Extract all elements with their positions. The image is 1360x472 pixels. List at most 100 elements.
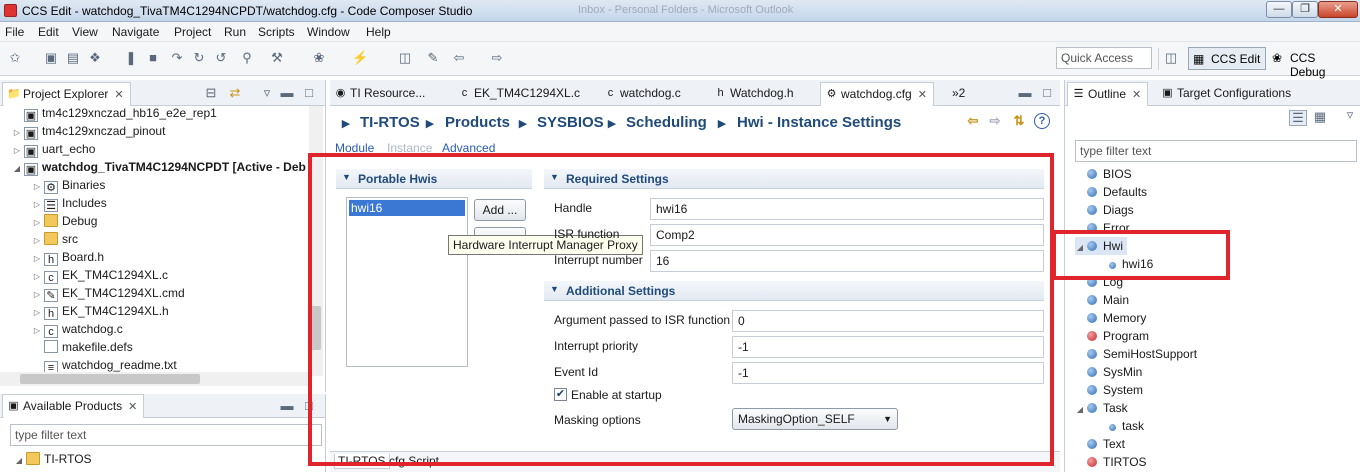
crumb-ti-rtos[interactable]: TI-RTOS <box>360 114 420 131</box>
stop-icon[interactable]: ■ <box>146 51 160 65</box>
outline-item[interactable]: ◢ Task <box>1075 399 1128 417</box>
outline-item[interactable]: System <box>1075 381 1143 399</box>
editor-tab[interactable]: c watchdog.c <box>600 82 687 106</box>
tree-item[interactable]: ▷ Debug <box>32 212 97 230</box>
editor-tab[interactable]: c EK_TM4C1294XL.c <box>454 82 586 106</box>
save-icon[interactable]: ▣ <box>44 51 58 65</box>
minimize-button[interactable]: — <box>1266 1 1292 18</box>
outline-item[interactable]: Defaults <box>1075 183 1147 201</box>
outline-item[interactable]: Diags <box>1075 201 1134 219</box>
close-window-button[interactable]: ✕ <box>1318 1 1358 18</box>
perspective-ccs-debug[interactable]: ❀ CCS Debug <box>1268 47 1356 79</box>
crumb-products[interactable]: Products <box>445 114 510 131</box>
editor-tab[interactable]: h Watchdog.h <box>710 82 800 106</box>
maximize-view-icon[interactable]: □ <box>302 86 316 100</box>
help-icon[interactable]: ? <box>1034 113 1050 129</box>
tree-item[interactable]: ▷ src <box>32 230 78 248</box>
annotation-icon[interactable]: ✎ <box>426 51 440 65</box>
debug-bug-icon[interactable]: ❀ <box>312 51 326 65</box>
outline-item[interactable]: TIRTOS <box>1075 453 1147 471</box>
tab-project-explorer[interactable]: 📁 Project Explorer ✕ <box>2 82 131 106</box>
suspend-icon[interactable]: ❚ <box>124 51 138 65</box>
list-view-icon[interactable]: ☰ <box>1289 110 1307 126</box>
tree-item[interactable]: ▷ ✎ EK_TM4C1294XL.cmd <box>32 284 185 302</box>
debug-icon[interactable]: ❖ <box>88 51 102 65</box>
view-menu-icon[interactable]: ▿ <box>260 86 274 100</box>
minimize-view-icon[interactable]: ▬ <box>280 86 294 100</box>
collapse-all-icon[interactable]: ⊟ <box>204 86 218 100</box>
crumb-scheduling[interactable]: Scheduling <box>626 114 707 131</box>
close-tab-icon[interactable]: ✕ <box>114 89 123 101</box>
menu-project[interactable]: Project <box>174 25 211 39</box>
flash-icon[interactable]: ⚡ <box>352 51 368 65</box>
outline-item[interactable]: SemiHostSupport <box>1075 345 1197 363</box>
view-menu-icon[interactable]: ▿ <box>1343 108 1357 122</box>
expand-twisty-icon[interactable]: ◢ <box>12 160 22 178</box>
tree-item[interactable]: makefile.defs <box>32 338 133 356</box>
hscroll-thumb[interactable] <box>20 374 200 384</box>
tree-item[interactable]: ▷ h EK_TM4C1294XL.h <box>32 302 169 320</box>
step-into-icon[interactable]: ↷ <box>170 51 184 65</box>
menu-window[interactable]: Window <box>307 25 350 39</box>
tree-item[interactable]: ▷ h Board.h <box>32 248 104 266</box>
tab-outline[interactable]: ☰ Outline ✕ <box>1067 82 1149 106</box>
product-item[interactable]: ◢ TI-RTOS <box>14 450 92 468</box>
menu-view[interactable]: View <box>72 25 98 39</box>
nav-forward-icon[interactable]: ⇨ <box>988 114 1002 128</box>
nav-back-icon[interactable]: ⇦ <box>966 114 980 128</box>
search-icon[interactable]: ⚲ <box>240 51 254 65</box>
maximize-button[interactable]: ❐ <box>1292 1 1318 18</box>
menu-edit[interactable]: Edit <box>38 25 59 39</box>
refresh-icon[interactable]: ⇅ <box>1012 114 1026 128</box>
editor-tab[interactable]: ◉ TI Resource... <box>330 82 431 106</box>
crumb-sysbios[interactable]: SYSBIOS <box>537 114 604 131</box>
close-tab-icon[interactable]: ✕ <box>918 89 927 101</box>
menu-help[interactable]: Help <box>366 25 391 39</box>
build-hammer-icon[interactable]: ⚒ <box>270 51 284 65</box>
link-with-editor-icon[interactable]: ⇄ <box>228 86 242 100</box>
tree-item[interactable]: ▣ tm4c129xnczad_hb16_e2e_rep1 <box>12 104 217 122</box>
maximize-editor-icon[interactable]: □ <box>1040 86 1054 100</box>
minimize-editor-icon[interactable]: ▬ <box>1018 86 1032 100</box>
forward-arrow-icon[interactable]: ⇨ <box>490 51 504 65</box>
expand-twisty-icon[interactable]: ◢ <box>1075 401 1085 419</box>
tree-item[interactable]: ▷ c EK_TM4C1294XL.c <box>32 266 168 284</box>
tab-available-products[interactable]: ▣ Available Products ✕ <box>2 394 145 418</box>
tab-overflow-indicator[interactable]: »2 <box>952 86 965 100</box>
step-over-icon[interactable]: ↻ <box>192 51 206 65</box>
outline-item[interactable]: task <box>1097 417 1144 435</box>
step-return-icon[interactable]: ↺ <box>214 51 228 65</box>
close-tab-icon[interactable]: ✕ <box>1132 89 1141 101</box>
outline-item[interactable]: BIOS <box>1075 165 1132 183</box>
tab-target-configurations[interactable]: ▣ Target Configurations <box>1157 82 1297 106</box>
perspective-ccs-edit[interactable]: ▦ CCS Edit <box>1188 47 1266 70</box>
outline-filter-input[interactable]: type filter text <box>1075 140 1357 162</box>
editor-tab-selected[interactable]: ⚙ watchdog.cfg ✕ <box>820 82 934 106</box>
outline-item[interactable]: Memory <box>1075 309 1146 327</box>
outline-item[interactable]: SysMin <box>1075 363 1142 381</box>
save-all-icon[interactable]: ▤ <box>66 51 80 65</box>
open-task-icon[interactable]: ◫ <box>398 51 412 65</box>
outline-item[interactable]: Main <box>1075 291 1129 309</box>
menu-run[interactable]: Run <box>224 25 246 39</box>
horizontal-scrollbar[interactable] <box>0 372 309 386</box>
tree-item[interactable]: ▷ c watchdog.c <box>32 320 123 338</box>
quick-access-input[interactable]: Quick Access <box>1056 47 1152 69</box>
open-perspective-icon[interactable]: ◫ <box>1164 51 1178 65</box>
tree-item[interactable]: ◢ ▣ watchdog_TivaTM4C1294NCPDT [Active - D… <box>12 158 306 176</box>
new-icon[interactable]: ✩ <box>8 51 22 65</box>
minimize-view-icon[interactable]: ▬ <box>280 399 294 413</box>
outline-item[interactable]: Program <box>1075 327 1149 345</box>
menu-scripts[interactable]: Scripts <box>258 25 295 39</box>
outline-item[interactable]: Text <box>1075 435 1125 453</box>
tree-item[interactable]: ▷ ⚙ Binaries <box>32 176 105 194</box>
close-tab-icon[interactable]: ✕ <box>128 401 137 413</box>
back-arrow-icon[interactable]: ⇦ <box>452 51 466 65</box>
tree-view-icon[interactable]: ▦ <box>1313 110 1327 124</box>
menu-navigate[interactable]: Navigate <box>112 25 159 39</box>
products-filter-input[interactable]: type filter text <box>10 424 322 446</box>
menu-file[interactable]: File <box>5 25 24 39</box>
tree-item[interactable]: ▷ ▣ tm4c129xnczad_pinout <box>12 122 165 140</box>
tree-item[interactable]: ▷ ☰ Includes <box>32 194 107 212</box>
expand-twisty-icon[interactable]: ◢ <box>14 452 24 470</box>
